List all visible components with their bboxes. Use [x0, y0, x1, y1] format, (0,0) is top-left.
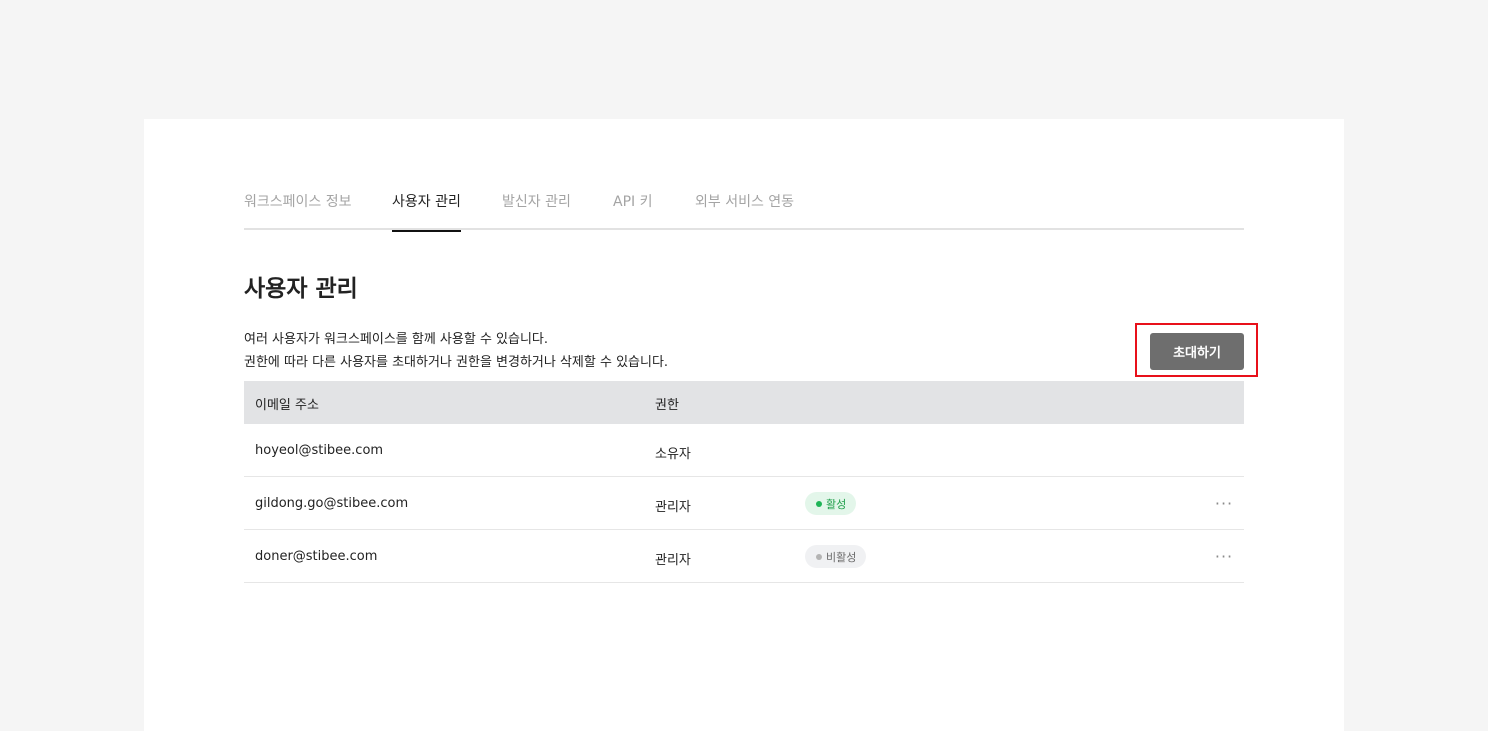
users-table: 이메일 주소 권한 hoyeol@stibee.com 소유자 gildong.… [244, 381, 1244, 583]
table-row: doner@stibee.com 관리자 비활성 ··· [244, 530, 1244, 583]
page-description-line1: 여러 사용자가 워크스페이스를 함께 사용할 수 있습니다. [244, 332, 549, 347]
invite-button[interactable]: 초대하기 [1150, 333, 1244, 370]
user-role: 관리자 [655, 500, 691, 515]
table-row: gildong.go@stibee.com 관리자 활성 ··· [244, 477, 1244, 530]
status-label: 비활성 [826, 550, 857, 564]
table-row: hoyeol@stibee.com 소유자 [244, 424, 1244, 477]
user-email: doner@stibee.com [255, 549, 378, 564]
status-dot-icon [816, 500, 822, 507]
user-email: hoyeol@stibee.com [255, 443, 384, 458]
more-options-icon[interactable]: ··· [1206, 491, 1242, 515]
status-badge: 비활성 [805, 545, 867, 568]
tab-api-key[interactable]: API 키 [613, 191, 652, 230]
settings-card: 워크스페이스 정보 사용자 관리 발신자 관리 API 키 외부 서비스 연동 … [144, 119, 1344, 731]
status-badge: 활성 [805, 492, 857, 515]
status-dot-icon [816, 553, 822, 560]
column-header-email: 이메일 주소 [255, 398, 319, 413]
tab-user-management[interactable]: 사용자 관리 [392, 191, 461, 232]
tab-workspace-info[interactable]: 워크스페이스 정보 [244, 191, 352, 230]
tab-external-services[interactable]: 외부 서비스 연동 [695, 191, 794, 230]
column-header-role: 권한 [655, 398, 679, 413]
status-label: 활성 [826, 497, 847, 511]
page-title: 사용자 관리 [244, 276, 358, 302]
settings-tabs: 워크스페이스 정보 사용자 관리 발신자 관리 API 키 외부 서비스 연동 [244, 181, 1244, 232]
user-role: 소유자 [655, 447, 691, 462]
page-description-line2: 권한에 따라 다른 사용자를 초대하거나 권한을 변경하거나 삭제할 수 있습니… [244, 355, 669, 370]
tab-sender-management[interactable]: 발신자 관리 [502, 191, 571, 230]
user-email: gildong.go@stibee.com [255, 496, 409, 511]
more-options-icon[interactable]: ··· [1206, 544, 1242, 568]
table-header: 이메일 주소 권한 [244, 381, 1244, 424]
user-role: 관리자 [655, 553, 691, 568]
